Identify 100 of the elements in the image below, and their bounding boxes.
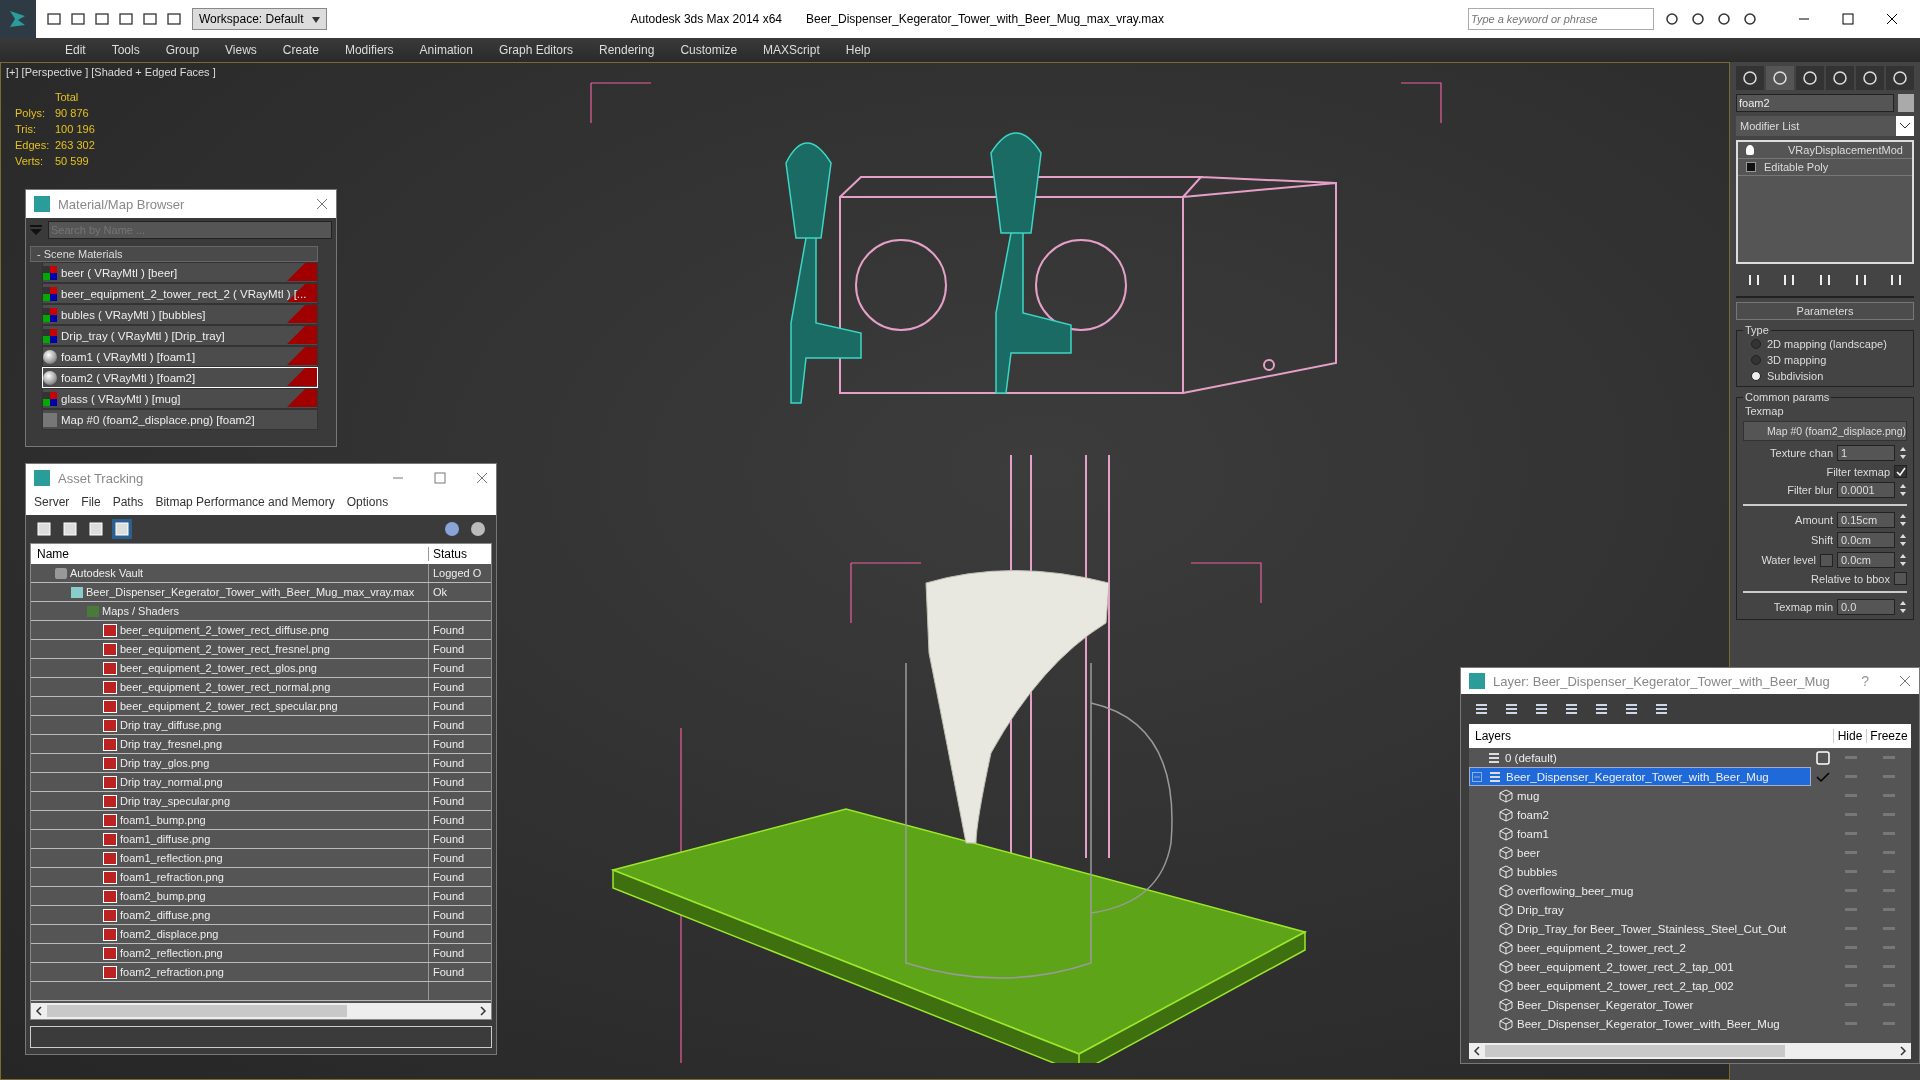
hide-toggle[interactable] <box>1845 870 1857 873</box>
modifier-item[interactable]: Editable Poly <box>1738 159 1912 176</box>
asset-name[interactable]: foam2_refraction.png <box>120 966 224 978</box>
hide-toggle[interactable] <box>1845 927 1857 930</box>
column-header[interactable]: Status <box>428 547 491 561</box>
asset-name[interactable]: Drip tray_diffuse.png <box>120 719 222 731</box>
asset-name[interactable]: Drip tray_normal.png <box>120 776 223 788</box>
menu-item[interactable]: Options <box>346 495 389 509</box>
scroll-right-icon[interactable] <box>1899 1046 1907 1056</box>
asset-name[interactable]: foam2_bump.png <box>120 890 206 902</box>
freeze-toggle[interactable] <box>1883 794 1895 797</box>
freeze-toggle[interactable] <box>1883 870 1895 873</box>
asset-name[interactable]: beer_equipment_2_tower_rect_glos.png <box>120 662 317 674</box>
spinner-field[interactable]: 0.0cm <box>1837 532 1895 548</box>
expand-icon[interactable] <box>1746 162 1756 172</box>
hide-toggle[interactable] <box>1845 756 1857 759</box>
object-row[interactable]: beer <box>1469 844 1811 861</box>
object-row[interactable]: foam2 <box>1469 806 1811 823</box>
hide-toggle[interactable] <box>1845 946 1857 949</box>
modifier-item[interactable]: VRayDisplacementMod <box>1738 142 1912 159</box>
menu-item[interactable]: File <box>81 495 101 509</box>
menu-item[interactable]: MAXScript <box>750 43 833 57</box>
freeze-toggle[interactable] <box>1883 813 1895 816</box>
object-row[interactable]: Drip_tray <box>1469 901 1811 918</box>
menu-item[interactable]: Modifiers <box>331 43 407 57</box>
hide-toggle[interactable] <box>1845 813 1857 816</box>
object-row[interactable]: mug <box>1469 787 1811 804</box>
freeze-toggle[interactable] <box>1883 908 1895 911</box>
menu-item[interactable]: Create <box>269 43 332 57</box>
toolbar-icon[interactable] <box>34 519 54 539</box>
toolbar-icon[interactable] <box>1742 11 1758 27</box>
close-icon[interactable] <box>1886 13 1898 25</box>
panel-tab[interactable] <box>1826 66 1854 90</box>
object-row[interactable]: foam1 <box>1469 825 1811 842</box>
horizontal-scrollbar[interactable] <box>31 1003 491 1019</box>
menu-item[interactable]: Tools <box>98 43 153 57</box>
spinner-arrows-icon[interactable] <box>1899 552 1907 568</box>
object-row[interactable]: Drip_Tray_for Beer_Tower_Stainless_Steel_Cut_Out <box>1469 920 1811 937</box>
layer-row[interactable]: Beer_Dispenser_Kegerator_Tower_with_Beer_Mug <box>1469 767 1811 786</box>
spinner-arrows-icon[interactable] <box>1899 445 1907 461</box>
material-item[interactable]: bubles ( VRayMtl ) [bubbles] <box>42 304 318 325</box>
menu-item[interactable]: Graph Editors <box>485 43 586 57</box>
hide-toggle[interactable] <box>1845 908 1857 911</box>
modifier-list-dropdown[interactable]: Modifier List <box>1736 116 1914 136</box>
asset-name[interactable]: foam1_refraction.png <box>120 871 224 883</box>
radio-option[interactable]: 2D mapping (landscape) <box>1743 338 1907 350</box>
texmap-button[interactable]: Map #0 (foam2_displace.png) <box>1743 421 1907 441</box>
spinner-arrows-icon[interactable] <box>1899 599 1907 615</box>
panel-tab[interactable] <box>1766 66 1794 90</box>
spinner-arrows-icon[interactable] <box>1899 482 1907 498</box>
horizontal-scrollbar[interactable] <box>1469 1043 1911 1059</box>
freeze-toggle[interactable] <box>1883 965 1895 968</box>
menu-item[interactable]: Rendering <box>586 43 668 57</box>
spinner-arrows-icon[interactable] <box>1899 512 1907 528</box>
radio-option[interactable]: Subdivision <box>1743 370 1907 382</box>
asset-name[interactable]: foam1_diffuse.png <box>120 833 211 845</box>
menu-item[interactable]: Server <box>34 495 70 509</box>
radio-option[interactable]: 3D mapping <box>1743 354 1907 366</box>
asset-name[interactable]: beer_equipment_2_tower_rect_normal.png <box>120 681 331 693</box>
asset-name[interactable]: Drip tray_specular.png <box>120 795 231 807</box>
menu-item[interactable]: Group <box>152 43 213 57</box>
hide-toggle[interactable] <box>1845 851 1857 854</box>
menu-item[interactable]: Bitmap Performance and Memory <box>155 495 335 509</box>
asset-name[interactable]: foam1_bump.png <box>120 814 206 826</box>
scroll-left-icon[interactable] <box>1473 1046 1481 1056</box>
collapse-icon[interactable] <box>1472 771 1482 782</box>
freeze-toggle[interactable] <box>1883 927 1895 930</box>
checkbox[interactable] <box>1894 572 1907 585</box>
asset-name[interactable]: foam2_diffuse.png <box>120 909 211 921</box>
panel-tab[interactable] <box>1736 66 1764 90</box>
toolbar-icon[interactable] <box>86 519 106 539</box>
hide-toggle[interactable] <box>1845 775 1857 778</box>
freeze-toggle[interactable] <box>1883 851 1895 854</box>
menu-item[interactable]: Paths <box>112 495 144 509</box>
object-row[interactable]: bubbles <box>1469 863 1811 880</box>
menu-item[interactable]: Views <box>212 43 270 57</box>
hide-toggle[interactable] <box>1845 984 1857 987</box>
menu-item[interactable]: Customize <box>667 43 751 57</box>
asset-name[interactable]: beer_equipment_2_tower_rect_specular.png <box>120 700 338 712</box>
freeze-toggle[interactable] <box>1883 984 1895 987</box>
object-name-field[interactable]: foam2 <box>1736 94 1894 112</box>
material-item[interactable]: beer ( VRayMtl ) [beer] <box>42 262 318 283</box>
viewport-label[interactable]: [+] [Perspective ] [Shaded + Edged Faces ] <box>6 66 216 78</box>
rollout-header[interactable]: Parameters <box>1736 302 1914 320</box>
maximize-icon[interactable] <box>1842 13 1854 25</box>
spinner-field[interactable]: 0.0 <box>1837 599 1895 615</box>
asset-name[interactable]: Beer_Dispenser_Kegerator_Tower_with_Beer_Mug_max_vray.max <box>86 586 415 598</box>
asset-name[interactable]: Autodesk Vault <box>70 567 144 579</box>
spinner-field[interactable]: 0.0cm <box>1837 552 1895 568</box>
search-field[interactable]: Type a keyword or phrase <box>1468 8 1654 30</box>
asset-name[interactable]: beer_equipment_2_tower_rect_fresnel.png <box>120 643 330 655</box>
spinner-field[interactable]: 1 <box>1837 445 1895 461</box>
scroll-left-icon[interactable] <box>35 1006 43 1016</box>
stack-tool-icon[interactable] <box>1817 272 1833 288</box>
freeze-toggle[interactable] <box>1883 775 1895 778</box>
spinner-field[interactable]: 0.15cm <box>1837 512 1895 528</box>
asset-name[interactable]: foam2_displace.png <box>120 928 219 940</box>
hide-toggle[interactable] <box>1845 1022 1857 1025</box>
hide-toggle[interactable] <box>1845 794 1857 797</box>
toolbar-icon[interactable] <box>1716 11 1732 27</box>
